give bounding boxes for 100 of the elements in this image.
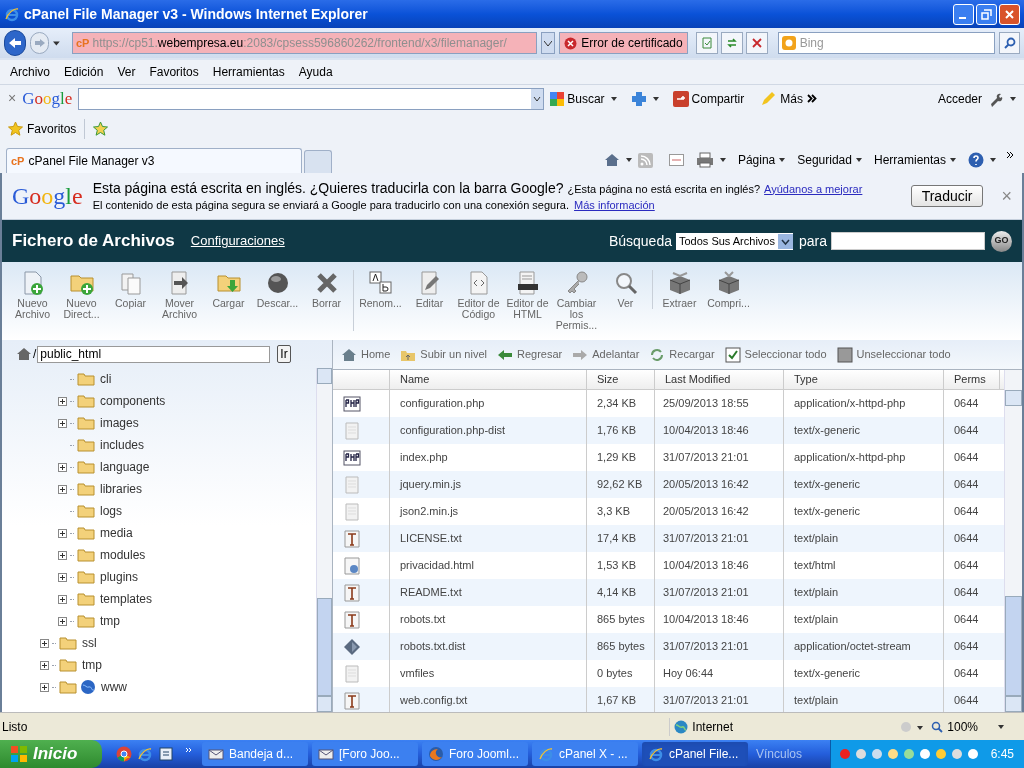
menu-item[interactable]: Edición xyxy=(64,63,104,81)
toolbar-button[interactable]: Editor de HTML xyxy=(503,270,552,331)
folder-name[interactable]: www xyxy=(101,678,127,696)
dropdown-icon[interactable] xyxy=(1010,96,1016,101)
double-chevron-icon[interactable] xyxy=(1006,151,1014,159)
certificate-error-button[interactable]: Error de certificado xyxy=(559,32,688,54)
folder-name[interactable]: cli xyxy=(100,370,112,388)
file-row[interactable]: README.txt 4,14 KB 31/07/2013 21:01 text/plain 0644 xyxy=(333,579,1004,606)
tray-icon[interactable] xyxy=(966,747,979,761)
path-field[interactable]: public_html xyxy=(37,345,271,363)
scrollbar[interactable] xyxy=(1004,370,1022,712)
zoom-control[interactable]: 100% xyxy=(931,717,1004,736)
menu-item[interactable]: Favoritos xyxy=(149,63,199,81)
dropdown-icon[interactable] xyxy=(719,158,726,162)
file-row[interactable]: LICENSE.txt 17,4 KB 31/07/2013 21:01 text/plain 0644 xyxy=(333,525,1004,552)
toolbar-button[interactable]: Copiar xyxy=(106,270,155,320)
expand-icon[interactable] xyxy=(40,682,49,692)
taskbar-button[interactable]: Foro Jooml... xyxy=(422,742,528,766)
column-header[interactable]: Perms xyxy=(944,370,1000,389)
toolbar-button[interactable]: Cambiar los Permis... xyxy=(552,270,601,331)
column-header[interactable]: Last Modified xyxy=(655,370,784,389)
nav-button[interactable]: Subir un nivel xyxy=(400,346,487,363)
close-button[interactable] xyxy=(999,3,1020,25)
expand-icon[interactable] xyxy=(58,396,67,406)
folder-name[interactable]: logs xyxy=(100,502,122,520)
file-row[interactable]: robots.txt.dist 865 bytes 31/07/2013 21:01 application/octet-stream 0644 xyxy=(333,633,1004,660)
folder-name[interactable]: components xyxy=(100,392,166,410)
expand-icon[interactable] xyxy=(58,418,67,428)
toolbar-button[interactable]: Editar xyxy=(405,270,454,331)
dropdown-icon[interactable] xyxy=(990,158,996,162)
favorites-button[interactable]: Favoritos xyxy=(8,119,77,138)
folder-name[interactable]: includes xyxy=(100,436,145,454)
info-link[interactable]: Más información xyxy=(574,196,655,213)
folder-name[interactable]: images xyxy=(100,414,139,432)
dropdown-icon[interactable] xyxy=(625,158,632,162)
folder-name[interactable]: modules xyxy=(100,546,146,564)
printer-icon[interactable] xyxy=(695,152,714,168)
expand-icon[interactable] xyxy=(58,528,67,538)
taskbar-button[interactable]: [Foro Joo... xyxy=(312,742,418,766)
puzzle-icon[interactable] xyxy=(630,90,647,107)
address-dropdown[interactable] xyxy=(541,32,556,54)
menu-item[interactable]: Ayuda xyxy=(298,63,333,81)
menu-item[interactable]: Archivo xyxy=(10,63,50,81)
column-header[interactable]: Type xyxy=(784,370,944,389)
column-header[interactable]: Size xyxy=(587,370,655,389)
tray-icon[interactable] xyxy=(918,747,931,761)
settings-link[interactable]: Configuraciones xyxy=(190,231,285,251)
folder-name[interactable]: ssl xyxy=(82,634,97,652)
folder-name[interactable]: plugins xyxy=(100,568,139,586)
expand-icon[interactable] xyxy=(40,638,49,648)
translate-button[interactable]: Traducir xyxy=(910,185,984,207)
back-button[interactable] xyxy=(4,30,27,56)
browser-tab[interactable]: cP cPanel File Manager v3 xyxy=(6,148,302,173)
menu-item[interactable]: Herramientas xyxy=(212,63,285,81)
search-button[interactable] xyxy=(999,32,1020,54)
expand-icon[interactable] xyxy=(58,550,67,560)
dropdown-icon[interactable] xyxy=(652,96,659,101)
taskbar-button[interactable]: cPanel X - ... xyxy=(532,742,638,766)
scrollbar[interactable] xyxy=(316,368,332,712)
chrome-icon[interactable] xyxy=(116,746,132,762)
command-menu[interactable]: Seguridad xyxy=(797,151,862,169)
toolbar-button[interactable]: Nuevo Archivo xyxy=(8,270,57,320)
expand-icon[interactable] xyxy=(40,660,49,670)
file-row[interactable]: web.config.txt 1,67 KB 31/07/2013 21:01 text/plain 0644 xyxy=(333,687,1004,712)
folder-name[interactable]: tmp xyxy=(100,612,120,630)
taskbar-button[interactable]: Bandeja d... xyxy=(202,742,308,766)
menu-item[interactable]: Ver xyxy=(117,63,136,81)
expand-icon[interactable] xyxy=(58,484,67,494)
expand-icon[interactable] xyxy=(58,462,67,472)
folder-name[interactable]: tmp xyxy=(82,656,102,674)
toolbar-button[interactable]: Ver xyxy=(601,270,650,331)
window-icon[interactable] xyxy=(158,746,174,762)
folder-name[interactable]: language xyxy=(100,458,150,476)
toolbar-button[interactable]: Renom... xyxy=(356,270,405,331)
taskbar-button[interactable]: cPanel File... xyxy=(642,742,748,766)
share-button[interactable]: Compartir xyxy=(672,89,745,108)
dropdown-icon[interactable] xyxy=(610,96,617,101)
search-field[interactable] xyxy=(831,232,985,250)
nav-button[interactable]: Adelantar xyxy=(572,346,640,363)
toolbar-button[interactable]: Nuevo Direct... xyxy=(57,270,106,320)
toolbar-button[interactable]: Compri... xyxy=(704,270,753,309)
folder-name[interactable]: libraries xyxy=(100,480,142,498)
expand-icon[interactable] xyxy=(58,572,67,582)
maximize-button[interactable] xyxy=(976,3,997,25)
column-header[interactable]: Name xyxy=(390,370,587,389)
nav-button[interactable]: Recargar xyxy=(649,346,715,363)
toolbar-button[interactable]: Editor de Código xyxy=(454,270,503,331)
home-icon[interactable] xyxy=(16,347,32,361)
nav-button[interactable]: Unseleccionar todo xyxy=(836,346,951,363)
more-button[interactable]: Más xyxy=(760,89,817,108)
close-toolbar-button[interactable]: × xyxy=(8,88,17,109)
expand-icon[interactable] xyxy=(58,616,67,626)
go-button[interactable]: GO xyxy=(991,230,1012,252)
command-menu[interactable]: Herramientas xyxy=(873,151,956,169)
address-field[interactable]: cP https://cp51.webempresa.eu:2083/cpsess596860262/frontend/x3/filemanager/ xyxy=(72,32,538,54)
folder-name[interactable]: templates xyxy=(100,590,153,608)
nav-button[interactable]: Regresar xyxy=(497,346,563,363)
nav-button[interactable]: Home xyxy=(341,346,391,363)
command-menu[interactable]: Página xyxy=(737,151,786,169)
minimize-button[interactable] xyxy=(953,3,974,25)
